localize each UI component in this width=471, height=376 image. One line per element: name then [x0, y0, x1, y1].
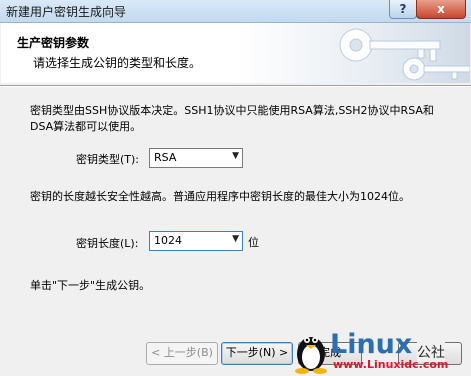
title-bar: 新建用户密钥生成向导 ? x: [0, 0, 471, 23]
back-button[interactable]: < 上一步(B): [146, 342, 218, 365]
window-title: 新建用户密钥生成向导: [6, 5, 127, 19]
close-button[interactable]: x: [416, 0, 466, 19]
key-type-description: 密钥类型由SSH协议版本决定。SSH1协议中只能使用RSA算法,SSH2协议中R…: [30, 104, 434, 133]
key-length-label: 密钥长度(L):: [76, 237, 139, 250]
tux-logo-icon: [295, 337, 327, 374]
instruction-text: 单击"下一步"生成公钥。: [30, 279, 151, 292]
key-length-select[interactable]: 1024 ▼: [149, 231, 243, 251]
key-length-note: 密钥的长度越长安全性越高。普通应用程序中密钥长度的最佳大小为1024位。: [30, 190, 410, 203]
chevron-down-icon: ▼: [232, 151, 239, 161]
watermark-brand: Linux: [330, 329, 413, 360]
keys-icon: [339, 28, 470, 81]
watermark-url: www.Linuxidc.com: [333, 358, 449, 371]
next-button[interactable]: 下一步(N) >: [221, 342, 293, 365]
chevron-down-icon: ▼: [232, 234, 239, 244]
help-button[interactable]: ?: [389, 0, 417, 19]
wizard-header: 生产密钥参数 请选择生成公钥的类型和长度。: [1, 23, 470, 83]
key-type-select[interactable]: RSA ▼: [149, 148, 243, 168]
key-type-value: RSA: [154, 151, 177, 164]
key-length-unit: 位: [248, 236, 259, 249]
header-divider: [0, 85, 471, 87]
page-title: 生产密钥参数: [17, 36, 90, 50]
key-length-value: 1024: [154, 234, 182, 247]
key-type-label: 密钥类型(T):: [76, 153, 140, 166]
page-subtitle: 请选择生成公钥的类型和长度。: [33, 56, 202, 70]
